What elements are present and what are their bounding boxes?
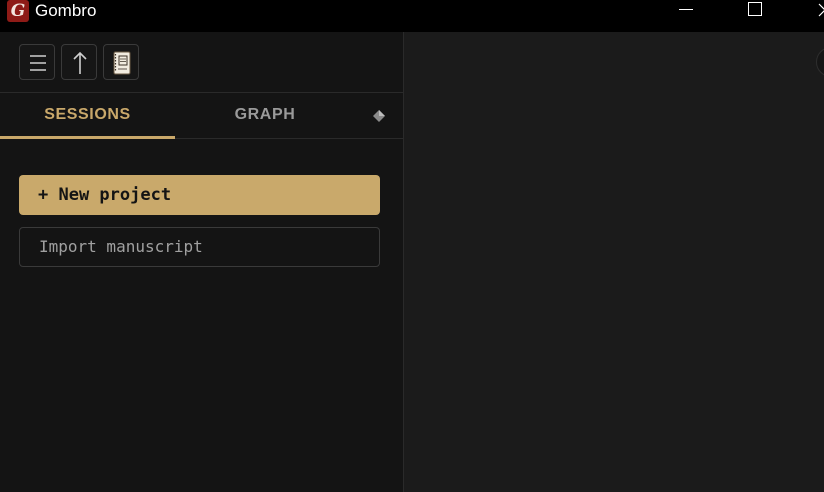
maximize-button[interactable] <box>748 0 763 22</box>
app-logo: G <box>7 0 29 22</box>
round-button[interactable] <box>816 47 824 77</box>
arrow-up-icon <box>73 51 87 74</box>
notebook-button[interactable] <box>103 44 139 80</box>
sidebar-panel: SESSIONS GRAPH + New project Import manu… <box>0 32 404 492</box>
import-manuscript-button[interactable]: Import manuscript <box>19 227 380 267</box>
window-title: Gombro <box>35 1 97 20</box>
title-bar: G Gombro <box>0 0 824 32</box>
close-button[interactable] <box>814 0 824 22</box>
tab-graph[interactable]: GRAPH <box>175 93 355 139</box>
main-content-area <box>405 32 824 492</box>
notebook-icon <box>113 51 131 75</box>
new-project-button[interactable]: + New project <box>19 175 380 215</box>
close-icon <box>818 3 824 17</box>
up-button[interactable] <box>61 44 97 80</box>
minimize-button[interactable] <box>679 0 694 22</box>
sidebar-tabs: SESSIONS GRAPH <box>0 93 404 139</box>
tab-sessions[interactable]: SESSIONS <box>0 93 175 139</box>
hamburger-icon <box>30 55 46 71</box>
menu-button[interactable] <box>19 44 55 80</box>
sidebar-toolbar <box>0 32 404 93</box>
diamond-icon[interactable] <box>372 109 386 123</box>
